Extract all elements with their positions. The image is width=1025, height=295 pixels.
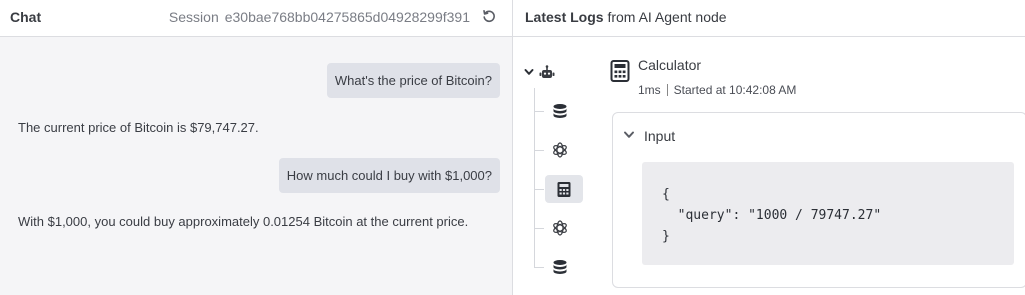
user-message: How much could I buy with $1,000? (278, 158, 500, 193)
bot-message: With $1,000, you could buy approximately… (18, 214, 469, 229)
reset-session-icon[interactable] (481, 8, 497, 24)
node-name: Calculator (638, 57, 702, 73)
app-root: Chat Session e30bae768bb04275865d04928299… (0, 0, 1025, 295)
session-info: Session e30bae768bb04275865d04928299f391 (169, 9, 470, 25)
logs-header: Latest Logs from AI Agent node (513, 0, 1025, 37)
meta-separator (666, 84, 668, 96)
logs-title-rest: from AI Agent node (603, 9, 727, 25)
tree-line (534, 88, 535, 268)
input-label[interactable]: Input (644, 128, 675, 144)
robot-icon[interactable] (538, 64, 556, 82)
database-icon (553, 104, 567, 118)
tree-node-openai[interactable] (541, 136, 579, 164)
logs-title-bold: Latest Logs (525, 9, 604, 25)
user-message: What's the price of Bitcoin? (326, 63, 500, 98)
chat-title: Chat (10, 9, 42, 25)
node-duration: 1ms (638, 83, 661, 97)
chevron-down-icon[interactable] (523, 66, 535, 78)
bot-message: The current price of Bitcoin is $79,747.… (18, 120, 259, 135)
chat-header: Chat Session e30bae768bb04275865d04928299… (0, 0, 512, 37)
calculator-icon (557, 181, 571, 197)
tree-node-calculator[interactable] (545, 175, 583, 203)
node-started: Started at 10:42:08 AM (673, 83, 797, 97)
database-icon (553, 260, 567, 274)
input-section: Input { "query": "1000 / 79747.27" } (612, 112, 1025, 288)
session-label: Session (168, 9, 219, 25)
tree-node-openai[interactable] (541, 214, 579, 242)
logs-panel: Latest Logs from AI Agent node Calculato… (513, 0, 1025, 295)
node-meta: 1ms Started at 10:42:08 AM (638, 83, 796, 97)
chat-panel: Chat Session e30bae768bb04275865d04928299… (0, 0, 512, 295)
session-id: e30bae768bb04275865d04928299f391 (224, 9, 470, 25)
tree-branch (534, 189, 544, 190)
chevron-down-icon[interactable] (623, 130, 635, 140)
openai-icon (553, 220, 567, 236)
logs-title: Latest Logs from AI Agent node (525, 9, 727, 25)
openai-icon (553, 142, 567, 158)
calculator-icon (610, 60, 630, 82)
input-code-block: { "query": "1000 / 79747.27" } (642, 162, 1014, 265)
tree-node-memory[interactable] (541, 97, 579, 125)
tree-node-memory[interactable] (541, 253, 579, 281)
